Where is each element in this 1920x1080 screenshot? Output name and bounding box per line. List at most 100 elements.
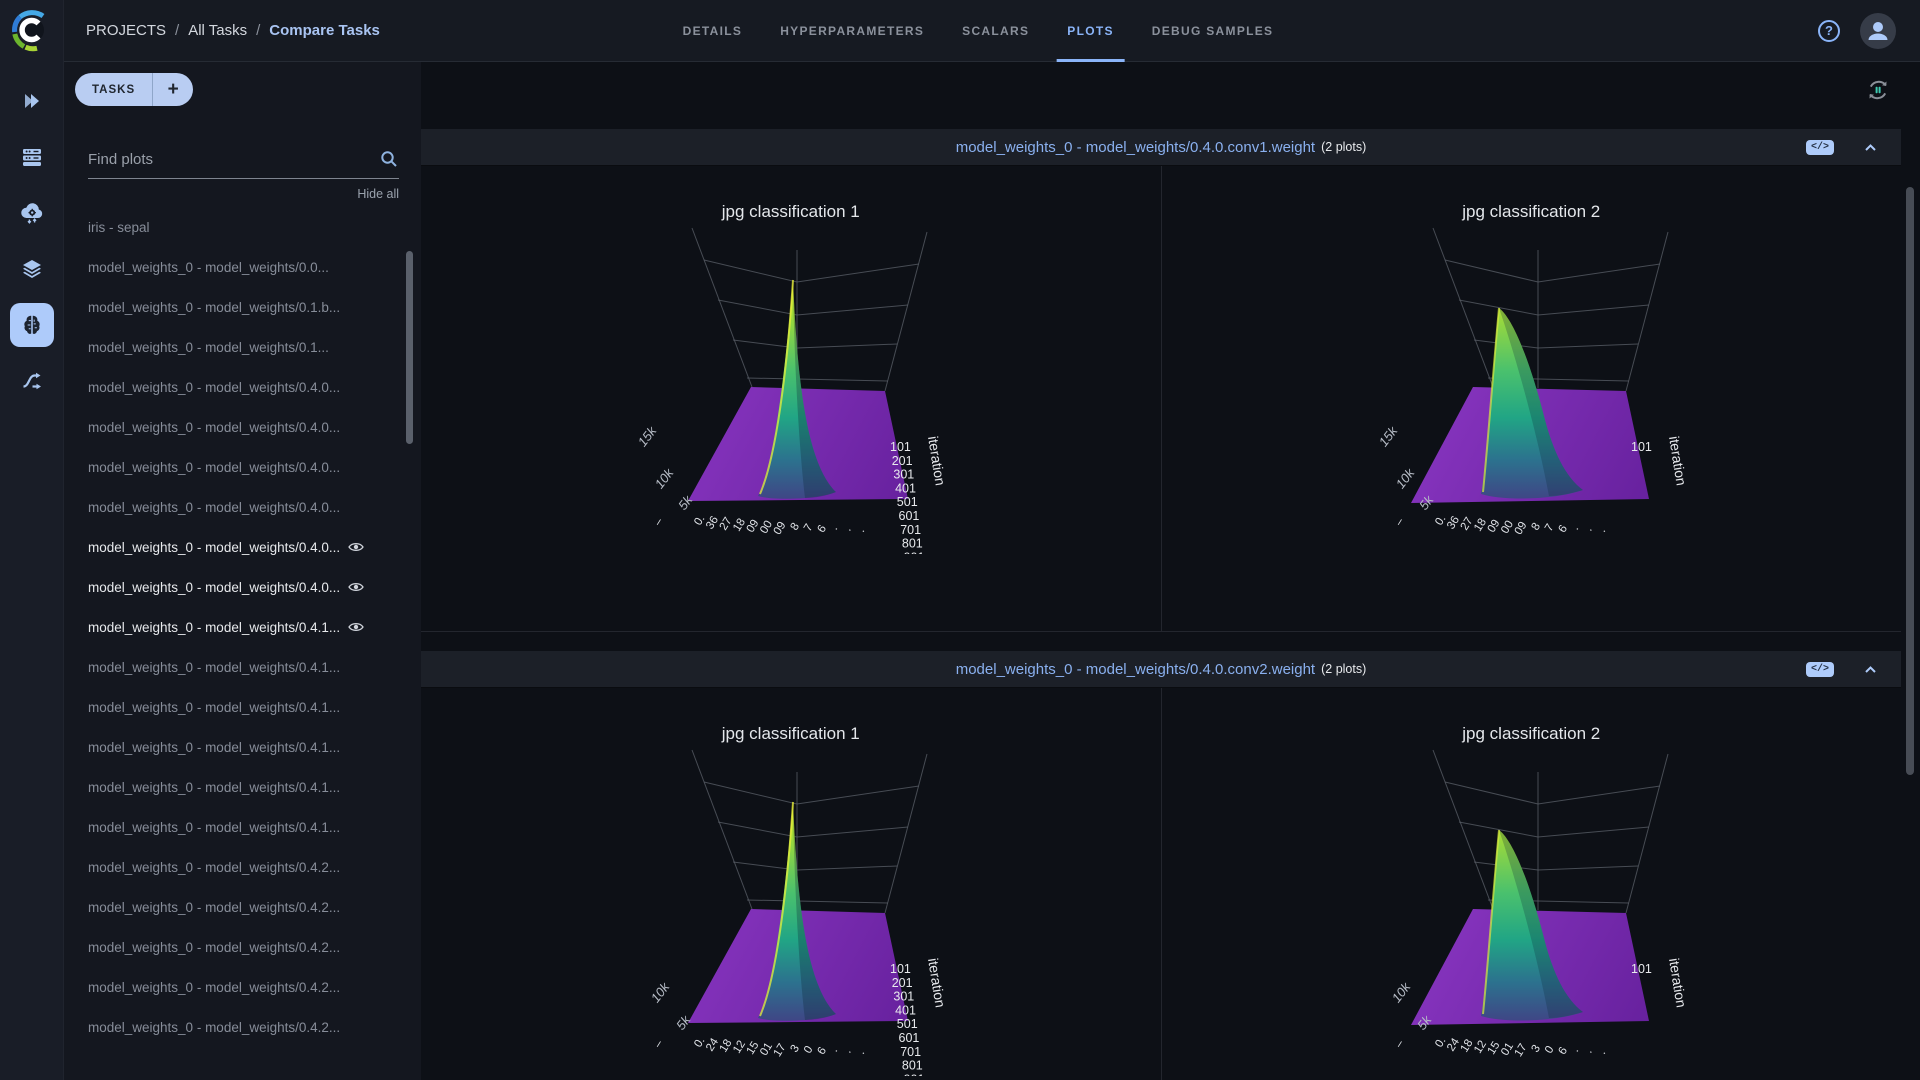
section-header-actions: </> [1806,140,1879,155]
plot-list-item[interactable]: model_weights_0 - model_weights/0.4.2... [64,927,421,967]
svg-text:3: 3 [1529,1043,1543,1055]
svg-text:15k: 15k [635,422,661,449]
3d-surface-plot[interactable]: 15k10k5k1012013014015016017018019011001i… [422,222,1159,554]
tab-plots[interactable]: PLOTS [1048,0,1133,62]
svg-text:6: 6 [816,1045,830,1057]
plot-list-item[interactable]: model_weights_0 - model_weights/0.4.0... [64,407,421,447]
plot-list-item-label: model_weights_0 - model_weights/0.4.0... [88,380,340,395]
svg-text:101: 101 [890,962,911,976]
plot-panel: jpg classification 210k5k101iteration–0.… [1161,688,1902,1080]
breadcrumb-separator: / [256,22,260,39]
3d-surface-plot[interactable]: 15k10k5k101iteration–0.362718090009876··… [1163,222,1900,554]
svg-text:601: 601 [899,509,920,523]
auto-refresh-icon[interactable] [1865,77,1891,103]
svg-text:101: 101 [1631,962,1652,976]
plot-list-item[interactable]: model_weights_0 - model_weights/0.1.b... [64,287,421,327]
plot-list-item-label: model_weights_0 - model_weights/0.1.b... [88,300,340,315]
svg-text:101: 101 [1631,440,1652,454]
svg-text:201: 201 [892,454,913,468]
section-header-actions: </> [1806,662,1879,677]
plot-list-item[interactable]: model_weights_0 - model_weights/0.4.2... [64,1007,421,1047]
experiments-brain-icon[interactable] [10,303,54,347]
add-task-button[interactable]: + [153,73,193,106]
plot-panel: jpg classification 115k10k5k101201301401… [421,166,1161,631]
plot-section-header[interactable]: model_weights_0 - model_weights/0.4.0.co… [421,129,1901,166]
hide-all-link[interactable]: Hide all [88,187,399,201]
plot-list-item[interactable]: model_weights_0 - model_weights/0.4.0... [64,527,421,567]
svg-text:00: 00 [758,519,775,536]
breadcrumb-separator: / [175,22,179,39]
plot-list-item-label: model_weights_0 - model_weights/0.4.0... [88,500,340,515]
projects-icon[interactable] [10,79,54,123]
plot-list-item[interactable]: model_weights_0 - model_weights/0.4.1... [64,767,421,807]
plot-list-item[interactable]: model_weights_0 - model_weights/0.4.1... [64,647,421,687]
datasets-icon[interactable] [10,247,54,291]
plot-list-item[interactable]: model_weights_0 - model_weights/0.4.1... [64,727,421,767]
svg-text:301: 301 [894,990,915,1004]
plot-list-item[interactable]: model_weights_0 - model_weights/0.4.0... [64,447,421,487]
tasks-button[interactable]: TASKS [75,73,152,106]
embed-code-button[interactable]: </> [1806,662,1834,677]
tab-debug-samples[interactable]: DEBUG SAMPLES [1133,0,1293,62]
main-scrollbar[interactable] [1906,187,1914,775]
user-avatar[interactable] [1860,13,1896,49]
eye-icon [348,621,364,633]
svg-text:–: – [652,516,666,528]
svg-text:6: 6 [816,523,830,535]
plot-list-item[interactable]: model_weights_0 - model_weights/0.1... [64,327,421,367]
svg-text:iteration: iteration [925,435,949,487]
plot-list-item[interactable]: model_weights_0 - model_weights/0.0... [64,247,421,287]
find-plots-input[interactable] [88,151,399,168]
3d-surface-plot[interactable]: 10k5k1012013014015016017018019011001iter… [422,744,1159,1076]
plot-list-item[interactable]: model_weights_0 - model_weights/0.4.2... [64,967,421,1007]
person-icon [1860,13,1896,49]
3d-surface-plot[interactable]: 10k5k101iteration–0.241812150117306··· [1163,744,1900,1076]
plot-list-item-label: model_weights_0 - model_weights/0.4.0... [88,580,340,595]
plot-list-item[interactable]: model_weights_0 - model_weights/0.4.0... [64,567,421,607]
svg-text:36: 36 [1445,514,1462,531]
plot-list-item-label: model_weights_0 - model_weights/0.4.0... [88,460,340,475]
tab-details[interactable]: DETAILS [664,0,762,62]
plot-list-item[interactable]: model_weights_0 - model_weights/0.4.2... [64,887,421,927]
plot-list-item[interactable]: model_weights_0 - model_weights/0.4.0... [64,367,421,407]
plot-title: jpg classification 1 [421,724,1161,744]
svg-text:01: 01 [1499,1041,1516,1058]
plot-list-item[interactable]: model_weights_0 - model_weights/0.4.1... [64,807,421,847]
collapse-section-icon[interactable] [1862,663,1879,676]
plot-list-item[interactable]: model_weights_0 - model_weights/0.4.1... [64,607,421,647]
plot-section-header[interactable]: model_weights_0 - model_weights/0.4.0.co… [421,651,1901,688]
plot-list-item[interactable]: model_weights_0 - model_weights/0.4.0... [64,487,421,527]
svg-text:18: 18 [1472,517,1489,534]
left-panel-scrollbar[interactable] [406,251,413,444]
collapse-section-icon[interactable] [1862,141,1879,154]
plot-list-item[interactable]: model_weights_0 - model_weights/0.4.1... [64,687,421,727]
svg-text:501: 501 [897,1017,918,1031]
breadcrumb-all-tasks[interactable]: All Tasks [188,22,247,39]
svg-text:15k: 15k [1375,422,1401,449]
plot-list-item[interactable]: model_weights_0 - model_weights/0.4.2... [64,847,421,887]
main-tabs: DETAILSHYPERPARAMETERSSCALARSPLOTSDEBUG … [664,0,1293,62]
cloud-autoscaler-icon[interactable] [10,191,54,235]
help-icon[interactable]: ? [1818,20,1840,42]
clearml-logo[interactable] [10,8,54,52]
svg-text:801: 801 [902,1059,923,1073]
plot-list-item[interactable]: iris - sepal [64,207,421,247]
breadcrumb-projects[interactable]: PROJECTS [86,22,166,39]
tab-scalars[interactable]: SCALARS [943,0,1048,62]
breadcrumb-compare-tasks: Compare Tasks [269,22,380,39]
svg-text:801: 801 [902,537,923,551]
plot-list-item-label: model_weights_0 - model_weights/0.4.2... [88,1020,340,1035]
plot-section-title: model_weights_0 - model_weights/0.4.0.co… [956,139,1315,156]
search-icon[interactable] [379,149,399,174]
plot-list-item-label: model_weights_0 - model_weights/0.4.1... [88,620,340,635]
svg-text:27: 27 [1458,515,1475,532]
svg-text:901: 901 [904,1072,925,1076]
plot-list: iris - sepalmodel_weights_0 - model_weig… [64,201,421,1080]
workers-queues-icon[interactable] [10,135,54,179]
tasks-toolbar: TASKS + [64,62,421,117]
embed-code-button[interactable]: </> [1806,140,1834,155]
svg-text:·: · [1585,1047,1597,1057]
tab-hyperparameters[interactable]: HYPERPARAMETERS [761,0,943,62]
pipelines-icon[interactable] [10,359,54,403]
svg-text:3: 3 [789,1043,803,1055]
